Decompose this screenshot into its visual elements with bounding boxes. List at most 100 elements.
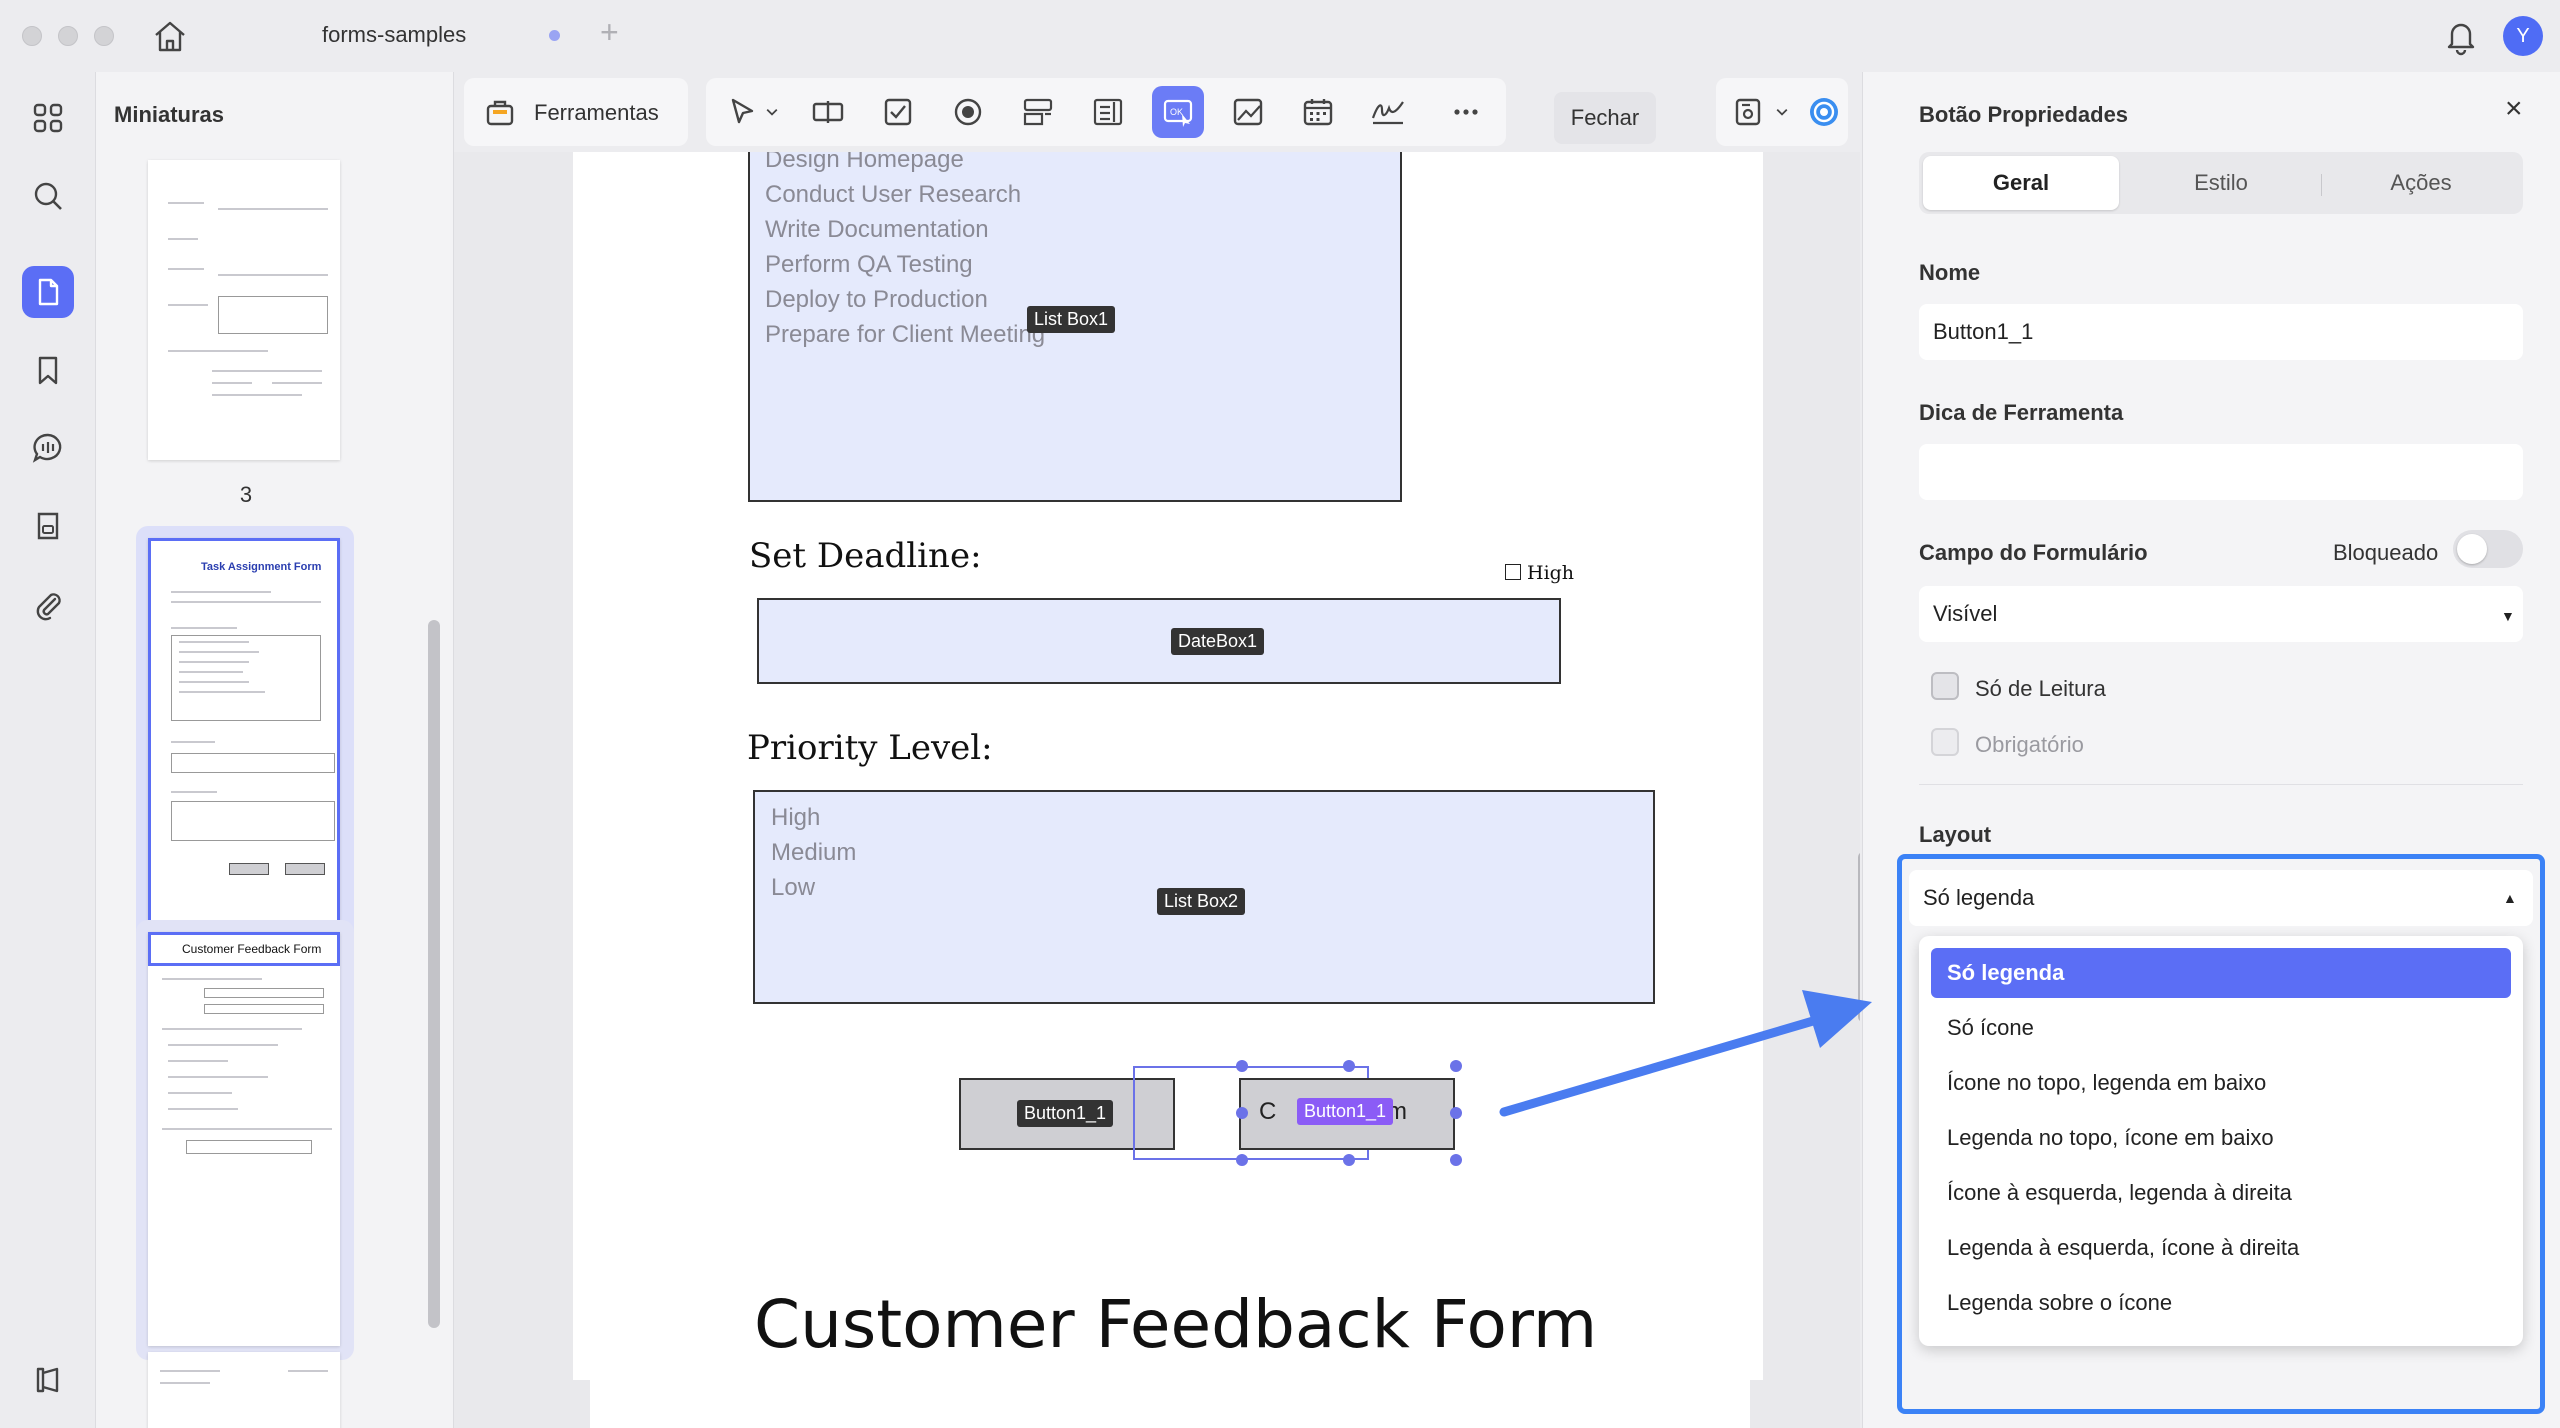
- name-input[interactable]: Button1_1: [1919, 304, 2523, 360]
- list-item[interactable]: Medium: [771, 839, 856, 867]
- grid-icon[interactable]: [22, 92, 74, 144]
- high-checkbox[interactable]: [1505, 564, 1521, 580]
- list-item[interactable]: Prepare for Client Meeting: [765, 321, 1045, 349]
- save-icon[interactable]: [1722, 86, 1774, 138]
- canvas-scrollbar[interactable]: [1858, 852, 1860, 1022]
- resize-handle[interactable]: [1236, 1060, 1248, 1072]
- zoom-window-button[interactable]: [94, 26, 114, 46]
- combo-box-icon[interactable]: [1012, 86, 1064, 138]
- resize-handle[interactable]: [1450, 1060, 1462, 1072]
- list-item[interactable]: High: [771, 804, 820, 832]
- text-field-icon[interactable]: [802, 86, 854, 138]
- resize-handle[interactable]: [1343, 1060, 1355, 1072]
- list-item[interactable]: Write Documentation: [765, 216, 989, 244]
- thumbnail-page-3[interactable]: [148, 160, 340, 460]
- image-field-icon[interactable]: [1222, 86, 1274, 138]
- paperclip-icon[interactable]: [22, 578, 74, 630]
- title-bar: forms-samples + Y: [0, 0, 2560, 72]
- form-field-label: Campo do Formulário: [1919, 540, 2148, 565]
- properties-title: Botão Propriedades: [1919, 102, 2129, 127]
- thumbnail-page-4[interactable]: Task Assignment Form: [148, 538, 340, 932]
- resize-handle[interactable]: [1343, 1154, 1355, 1166]
- layout-option[interactable]: Ícone no topo, legenda em baixo: [1931, 1058, 2511, 1108]
- layout-option[interactable]: Só ícone: [1931, 1003, 2511, 1053]
- layout-option[interactable]: Legenda no topo, ícone em baixo: [1931, 1113, 2511, 1163]
- button-tool-icon[interactable]: OK: [1152, 86, 1204, 138]
- close-icon[interactable]: ×: [2505, 92, 2523, 126]
- document-icon[interactable]: [22, 266, 74, 318]
- tab-separator: [2321, 174, 2322, 196]
- minimize-window-button[interactable]: [58, 26, 78, 46]
- layout-option[interactable]: Legenda sobre o ícone: [1931, 1278, 2511, 1328]
- layout-select[interactable]: Só legenda: [1909, 870, 2533, 926]
- thumbnails-panel: Miniaturas 3 Task Assignment Form 4 Cust…: [96, 72, 454, 1428]
- radio-button-icon[interactable]: [942, 86, 994, 138]
- tab-geral[interactable]: Geral: [1923, 156, 2119, 210]
- locked-toggle[interactable]: [2453, 530, 2523, 568]
- resize-handle[interactable]: [1236, 1107, 1248, 1119]
- layout-option[interactable]: Ícone à esquerda, legenda à direita: [1931, 1168, 2511, 1218]
- thumbnail-page-6[interactable]: [148, 1352, 340, 1428]
- button-caption-start: C: [1259, 1098, 1277, 1125]
- signature-icon[interactable]: [1362, 86, 1414, 138]
- date-field-icon[interactable]: [1292, 86, 1344, 138]
- thumbnail-page-number: 3: [239, 482, 253, 507]
- comment-icon[interactable]: [22, 422, 74, 474]
- layout-option[interactable]: Legenda à esquerda, ícone à direita: [1931, 1223, 2511, 1273]
- resize-handle[interactable]: [1450, 1154, 1462, 1166]
- list-box-icon[interactable]: [1082, 86, 1134, 138]
- list-item[interactable]: Perform QA Testing: [765, 251, 973, 279]
- checkbox-icon[interactable]: [872, 86, 924, 138]
- list-item[interactable]: Low: [771, 874, 815, 902]
- required-checkbox[interactable]: [1931, 728, 1959, 756]
- thumbnails-title: Miniaturas: [114, 102, 225, 127]
- field-name-tag: DateBox1: [1171, 628, 1265, 655]
- list-item[interactable]: Design Homepage: [765, 152, 964, 174]
- required-label: Obrigatório: [1975, 732, 2084, 757]
- close-window-button[interactable]: [22, 26, 42, 46]
- properties-panel: Botão Propriedades × Geral Estilo Ações …: [1862, 72, 2560, 1428]
- layout-option[interactable]: Só legenda: [1931, 948, 2511, 998]
- tooltip-input[interactable]: [1919, 444, 2523, 500]
- more-icon[interactable]: [1440, 86, 1492, 138]
- toolbox-icon[interactable]: [474, 86, 526, 138]
- pdf-page-5: Customer Feedback Form: [590, 1244, 1750, 1428]
- deadline-heading: Set Deadline:: [749, 536, 982, 576]
- tab-acoes[interactable]: Ações: [2323, 156, 2519, 210]
- search-icon[interactable]: [22, 170, 74, 222]
- tab-estilo[interactable]: Estilo: [2123, 156, 2319, 210]
- divider: [1919, 784, 2523, 785]
- thumbnail-page-5[interactable]: Customer Feedback Form: [148, 932, 340, 1346]
- date-box-1[interactable]: [757, 598, 1561, 684]
- layout-dropdown: Só legenda Só ícone Ícone no topo, legen…: [1919, 936, 2523, 1346]
- left-icon-rail: [0, 72, 96, 1428]
- chevron-down-icon[interactable]: [1770, 86, 1794, 138]
- user-avatar[interactable]: Y: [2503, 16, 2543, 56]
- thumbnails-scrollbar[interactable]: [428, 620, 440, 1328]
- readonly-checkbox[interactable]: [1931, 672, 1959, 700]
- form-toolbar: Ferramentas OK Fechar: [454, 72, 1854, 152]
- new-tab-button[interactable]: +: [600, 14, 619, 51]
- name-label: Nome: [1919, 260, 1981, 285]
- resize-handle[interactable]: [1450, 1107, 1462, 1119]
- sidebar-toggle-icon[interactable]: [22, 1354, 74, 1406]
- next-page-title: Customer Feedback Form: [754, 1286, 1598, 1363]
- home-icon[interactable]: [150, 18, 190, 54]
- visibility-select[interactable]: Visível: [1919, 586, 2523, 642]
- bell-icon[interactable]: [2442, 16, 2480, 56]
- pdf-page-4: Design Homepage Conduct User Research Wr…: [573, 152, 1763, 1380]
- resize-handle[interactable]: [1236, 1154, 1248, 1166]
- tools-button[interactable]: Ferramentas: [534, 100, 659, 126]
- ai-assistant-icon[interactable]: [1798, 86, 1850, 138]
- document-canvas[interactable]: Design Homepage Conduct User Research Wr…: [454, 152, 1860, 1428]
- list-item[interactable]: Deploy to Production: [765, 286, 988, 314]
- list-item[interactable]: Conduct User Research: [765, 181, 1021, 209]
- form-icon[interactable]: [22, 500, 74, 552]
- document-tab-title[interactable]: forms-samples: [322, 22, 466, 48]
- locked-label: Bloqueado: [2333, 540, 2439, 565]
- bookmark-icon[interactable]: [22, 344, 74, 396]
- layout-label: Layout: [1919, 822, 1992, 847]
- caret-up-icon: ▲: [2503, 890, 2517, 906]
- chevron-down-icon[interactable]: [758, 86, 786, 138]
- close-form-edit-button[interactable]: Fechar: [1554, 92, 1656, 144]
